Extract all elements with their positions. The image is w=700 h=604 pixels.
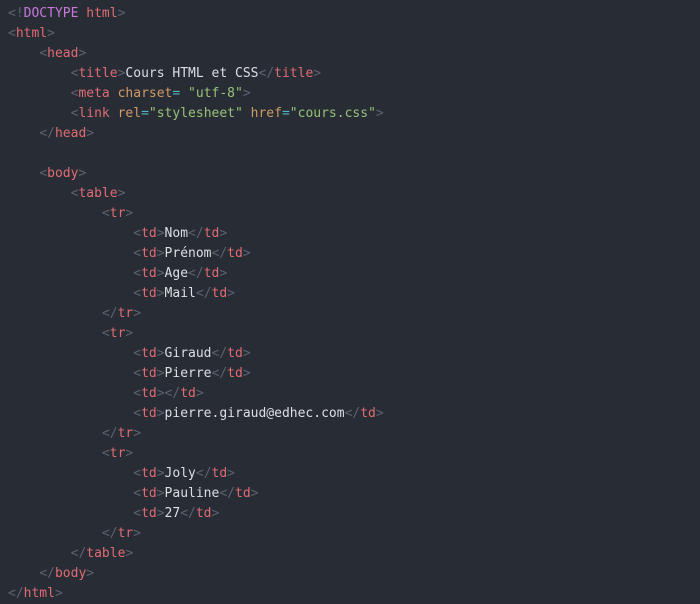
code-line: <tr> [8,444,692,464]
code-line: <head> [8,44,692,64]
attr-value: "stylesheet" [149,106,243,121]
code-line: <td>Age</td> [8,264,692,284]
code-line: <td>27</td> [8,504,692,524]
cell-text: Mail [165,286,196,301]
punct-open: <! [8,6,24,21]
code-line: </html> [8,584,692,604]
tag-table: table [78,186,117,201]
doctype-keyword: DOCTYPE [24,6,79,21]
title-text: Cours HTML et CSS [125,66,258,81]
cell-text: 27 [165,506,181,521]
tag-body: body [47,166,78,181]
code-line: <table> [8,184,692,204]
code-line: <title>Cours HTML et CSS</title> [8,64,692,84]
tag-link: link [78,106,109,121]
cell-text: Joly [165,466,196,481]
tag-td: td [141,226,157,241]
code-line: <td>Pierre</td> [8,364,692,384]
tag-head: head [47,46,78,61]
code-editor[interactable]: <!DOCTYPE html> <html> <head> <title>Cou… [8,4,692,604]
tag-table-close: table [86,546,125,561]
doctype-name: html [86,6,117,21]
attr-charset: charset [118,86,173,101]
code-line: </tr> [8,524,692,544]
code-line: </table> [8,544,692,564]
code-line: <td>Joly</td> [8,464,692,484]
code-line: <td>Pauline</td> [8,484,692,504]
cell-text: Giraud [165,346,212,361]
cell-text: Prénom [165,246,212,261]
code-line: <html> [8,24,692,44]
punct-close: > [118,6,126,21]
code-line: <td>Giraud</td> [8,344,692,364]
code-line: <link rel="stylesheet" href="cours.css"> [8,104,692,124]
code-line: </tr> [8,304,692,324]
cell-text: Pauline [165,486,220,501]
attr-value: "utf-8" [188,86,243,101]
attr-rel: rel [118,106,141,121]
code-line: <td>Prénom</td> [8,244,692,264]
code-line: </tr> [8,424,692,444]
code-line: </head> [8,124,692,144]
tag-title: title [78,66,117,81]
attr-value: "cours.css" [290,106,376,121]
cell-text: Age [165,266,188,281]
tag-tr: tr [110,206,126,221]
tag-head-close: head [55,126,86,141]
cell-text: Nom [165,226,188,241]
cell-text: Pierre [165,366,212,381]
tag-html-close: html [24,586,55,601]
code-line: <td>pierre.giraud@edhec.com</td> [8,404,692,424]
code-line: <body> [8,164,692,184]
code-line: <tr> [8,324,692,344]
code-line: <td></td> [8,384,692,404]
cell-text: pierre.giraud@edhec.com [165,406,345,421]
blank-line [8,144,692,164]
tag-html: html [16,26,47,41]
code-line: <td>Mail</td> [8,284,692,304]
tag-body-close: body [55,566,86,581]
tag-meta: meta [78,86,109,101]
attr-href: href [251,106,282,121]
code-line: <td>Nom</td> [8,224,692,244]
code-line: <!DOCTYPE html> [8,4,692,24]
code-line: <tr> [8,204,692,224]
code-line: </body> [8,564,692,584]
code-line: <meta charset= "utf-8"> [8,84,692,104]
